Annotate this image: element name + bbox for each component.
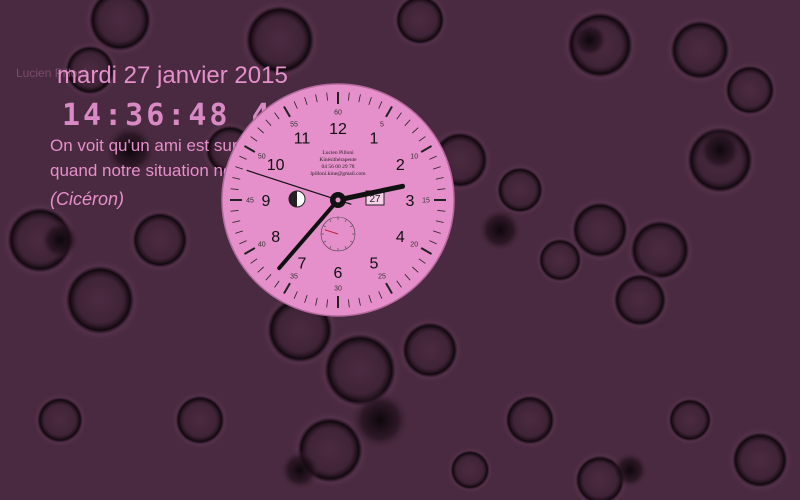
minute-label: 45 — [246, 198, 254, 205]
hour-number: 4 — [396, 229, 405, 246]
minute-label: 60 — [334, 110, 342, 117]
quote-author: (Cicéron) — [50, 189, 125, 209]
bubble — [726, 426, 794, 494]
hour-number: 11 — [294, 131, 311, 148]
card-line: 04 56 00 29 78 — [322, 164, 355, 170]
minute-label: 20 — [410, 242, 418, 249]
hour-number: 10 — [267, 157, 285, 174]
minute-label: 10 — [410, 154, 418, 161]
hour-number: 9 — [262, 193, 271, 210]
bubble — [608, 268, 672, 332]
minute-label: 5 — [380, 121, 384, 128]
bubble — [478, 208, 522, 252]
minute-label: 15 — [422, 198, 430, 205]
bubble — [572, 22, 608, 58]
bubble — [664, 394, 716, 446]
minute-label: 35 — [290, 274, 298, 281]
bubble — [390, 0, 450, 50]
bubble — [32, 392, 88, 448]
half-moon-icon — [288, 190, 306, 208]
card-line: lpilloni.kine@gmail.com — [310, 171, 366, 177]
bubble — [350, 390, 410, 450]
hour-number: 12 — [329, 121, 347, 138]
card-line: Lucien Pilloni — [322, 150, 354, 156]
minute-label: 55 — [290, 121, 298, 128]
bubble — [534, 234, 586, 286]
bubble — [446, 446, 494, 494]
hour-number: 8 — [271, 229, 280, 246]
bubble — [612, 452, 648, 488]
bubble — [500, 390, 560, 450]
bubble — [170, 390, 230, 450]
minute-label: 25 — [378, 274, 386, 281]
bubble — [396, 316, 464, 384]
time-value: 14:36:48 — [62, 98, 231, 133]
hour-number: 3 — [406, 193, 415, 210]
analog-clock: 60510152025303540455055 121234567891011 … — [221, 83, 455, 317]
hour-number: 5 — [370, 255, 379, 272]
quote-line-1: On voit qu'un ami est sur — [50, 136, 238, 155]
minute-label: 30 — [334, 286, 342, 293]
bubble — [698, 128, 742, 172]
bubble — [126, 206, 194, 274]
minute-label: 40 — [258, 242, 266, 249]
bubble — [40, 220, 80, 260]
date-window-day: 27 — [369, 194, 381, 205]
hour-number: 2 — [396, 157, 405, 174]
bubble — [58, 258, 142, 342]
hour-number: 7 — [298, 255, 307, 272]
bubble — [280, 450, 320, 490]
minute-label: 50 — [258, 154, 266, 161]
bubble — [720, 60, 780, 120]
hour-number: 6 — [334, 265, 343, 282]
card-line: Kinésithérapeute — [319, 157, 357, 163]
hour-number: 1 — [370, 131, 379, 148]
